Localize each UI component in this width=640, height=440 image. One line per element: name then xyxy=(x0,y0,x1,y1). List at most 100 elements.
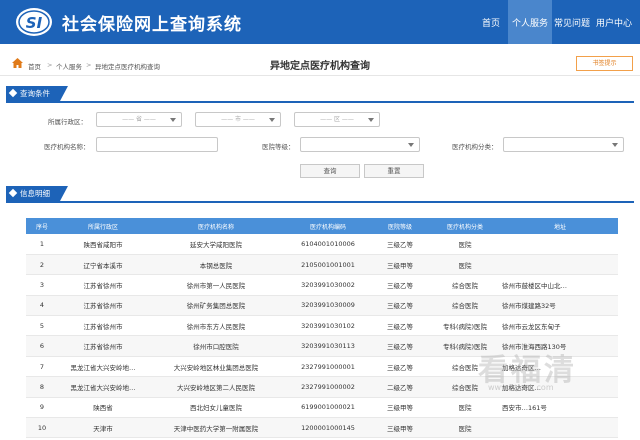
column-header: 医疗机构分类 xyxy=(446,223,483,231)
table-cell: 专科(病院)医院 xyxy=(442,322,488,331)
hospital-level-label: 医院等级： xyxy=(262,143,295,151)
table-cell: 2105001001001 xyxy=(301,260,355,269)
chevron-down-icon xyxy=(269,118,275,122)
table-cell: 6 xyxy=(39,342,45,351)
table-row[interactable]: 3 江苏省徐州市 徐州市第一人民医院 3203991030002 三级乙等 综合医院 徐州市… xyxy=(26,275,618,296)
table-cell: 6199001000021 xyxy=(301,403,355,412)
column-header: 医疗机构名称 xyxy=(197,223,234,231)
table-cell: 大兴安岭地区林业集团总医院 xyxy=(173,363,259,372)
table-cell: 三级甲等 xyxy=(387,424,413,433)
table-cell: 徐州市煤建路32号 xyxy=(502,302,556,311)
nav-home[interactable]: 首页 xyxy=(474,0,508,44)
table-cell: 陕西省咸阳市 xyxy=(83,240,123,249)
city-select[interactable]: —— 市 —— xyxy=(195,112,281,127)
table-cell: 黑龙江省大兴安岭地… xyxy=(70,363,136,372)
table-cell: 本钢总医院 xyxy=(199,261,233,270)
table-cell: 三级乙等 xyxy=(387,363,413,372)
table-cell: 三级乙等 xyxy=(387,343,413,352)
table-cell: 天津市 xyxy=(93,424,113,433)
district-select[interactable]: —— 区 —— xyxy=(294,112,380,127)
table-cell: 三级乙等 xyxy=(387,302,413,311)
results-table: 序号 所属行政区 医疗机构名称 医疗机构编码 医院等级 医疗机构分类 地址 1 陕… xyxy=(26,218,618,438)
search-button[interactable]: 查询 xyxy=(300,164,360,178)
table-cell xyxy=(502,254,618,274)
table-row[interactable]: 4 江苏省徐州市 徐州矿务集团总医院 3203991030009 三级乙等 综合医院 徐州市… xyxy=(26,295,618,316)
diamond-icon xyxy=(8,188,18,198)
table-cell: 江苏省徐州市 xyxy=(83,322,123,331)
chevron-down-icon xyxy=(408,143,414,147)
table-cell: 2327991000002 xyxy=(301,382,355,391)
nav-user-center[interactable]: 用户中心 xyxy=(592,0,636,44)
table-row[interactable]: 10 天津市 天津中医药大学第一附属医院 1200001000145 三级甲等 医院 xyxy=(26,417,618,438)
table-cell xyxy=(502,418,618,438)
table-cell: 三级甲等 xyxy=(387,261,413,270)
table-cell: 三级甲等 xyxy=(387,404,413,413)
table-cell: 徐州市云龙区东甸子 xyxy=(502,322,561,331)
chevron-down-icon xyxy=(612,143,618,147)
chevron-down-icon xyxy=(368,118,374,122)
table-cell: 4 xyxy=(39,301,45,310)
table-cell: 医院 xyxy=(458,261,472,270)
si-logo-icon: SI xyxy=(16,8,52,36)
top-header: SI 社会保险网上查询系统 首页 个人服务 常见问题 用户中心 xyxy=(0,0,640,44)
query-section-title: 查询条件 xyxy=(20,89,50,98)
table-cell: 6104001010006 xyxy=(301,239,355,248)
table-cell: 1200001000145 xyxy=(301,423,355,432)
column-header: 医疗机构编码 xyxy=(309,223,346,231)
column-header: 医院等级 xyxy=(387,223,412,231)
table-cell: 徐州市东方人民医院 xyxy=(186,322,246,331)
table-cell: 徐州市第一人民医院 xyxy=(186,281,246,290)
table-cell: 综合医院 xyxy=(452,281,478,290)
table-cell: 三级乙等 xyxy=(387,322,413,331)
table-cell: 三级乙等 xyxy=(387,281,413,290)
page-title: 异地定点医疗机构查询 xyxy=(270,61,370,72)
results-section-header: 信息明细 xyxy=(6,186,634,203)
column-header: 所属行政区 xyxy=(87,223,118,231)
table-cell: 7 xyxy=(39,362,45,371)
svg-text:SI: SI xyxy=(26,14,43,32)
table-cell: 2327991000001 xyxy=(301,362,355,371)
institution-name-input[interactable] xyxy=(96,137,218,152)
province-select[interactable]: —— 省 —— xyxy=(96,112,182,127)
table-cell xyxy=(502,234,618,254)
nav-personal-service[interactable]: 个人服务 xyxy=(508,0,552,44)
table-header-row: 序号 所属行政区 医疗机构名称 医疗机构编码 医院等级 医疗机构分类 地址 xyxy=(26,218,618,234)
table-cell: 徐州矿务集团总医院 xyxy=(186,302,246,311)
table-cell: 徐州市口腔医院 xyxy=(193,343,239,352)
table-cell: 3203991030102 xyxy=(301,321,355,330)
table-cell: 1 xyxy=(39,239,45,248)
column-header: 序号 xyxy=(35,223,48,231)
table-row[interactable]: 5 江苏省徐州市 徐州市东方人民医院 3203991030102 三级乙等 专科(病院)医… xyxy=(26,316,618,336)
table-cell: 江苏省徐州市 xyxy=(83,281,123,290)
table-cell: 西北妇女儿童医院 xyxy=(190,404,242,413)
table-row[interactable]: 9 陕西省 西北妇女儿童医院 6199001000021 三级甲等 医院 西安市…161号 xyxy=(26,397,618,418)
nav-faq[interactable]: 常见问题 xyxy=(552,0,592,44)
table-cell: 黑龙江省大兴安岭地… xyxy=(70,383,136,392)
table-cell: 3203991030002 xyxy=(301,280,355,289)
table-cell: 5 xyxy=(39,321,45,330)
table-cell: 西安市…161号 xyxy=(502,404,547,413)
query-section-header: 查询条件 xyxy=(6,86,634,103)
table-cell: 二级乙等 xyxy=(387,383,413,392)
bookmark-button[interactable]: 书签提示 xyxy=(576,56,633,71)
institution-category-select[interactable] xyxy=(503,137,624,152)
region-label: 所属行政区： xyxy=(48,118,87,126)
table-cell: 徐州市鼓楼区中山北… xyxy=(502,281,567,290)
table-cell: 10 xyxy=(37,423,47,432)
table-cell: 3203991030009 xyxy=(301,301,355,310)
institution-name-label: 医疗机构名称： xyxy=(44,143,90,151)
table-cell: 综合医院 xyxy=(452,302,478,311)
table-cell: 医院 xyxy=(458,404,472,413)
reset-button[interactable]: 重置 xyxy=(364,164,424,178)
diamond-icon xyxy=(8,88,18,98)
chevron-down-icon xyxy=(170,118,176,122)
table-row[interactable]: 2 辽宁省本溪市 本钢总医院 2105001001001 三级甲等 医院 xyxy=(26,254,618,275)
table-cell: 8 xyxy=(39,382,45,391)
table-cell: 9 xyxy=(39,403,45,412)
table-cell: 天津中医药大学第一附属医院 xyxy=(173,424,259,433)
hospital-level-select[interactable] xyxy=(300,137,420,152)
table-row[interactable]: 1 陕西省咸阳市 延安大学咸阳医院 6104001010006 三级乙等 医院 xyxy=(26,234,618,255)
table-cell: 江苏省徐州市 xyxy=(83,343,123,352)
table-cell: 延安大学咸阳医院 xyxy=(190,240,242,249)
table-cell: 陕西省 xyxy=(93,404,113,413)
